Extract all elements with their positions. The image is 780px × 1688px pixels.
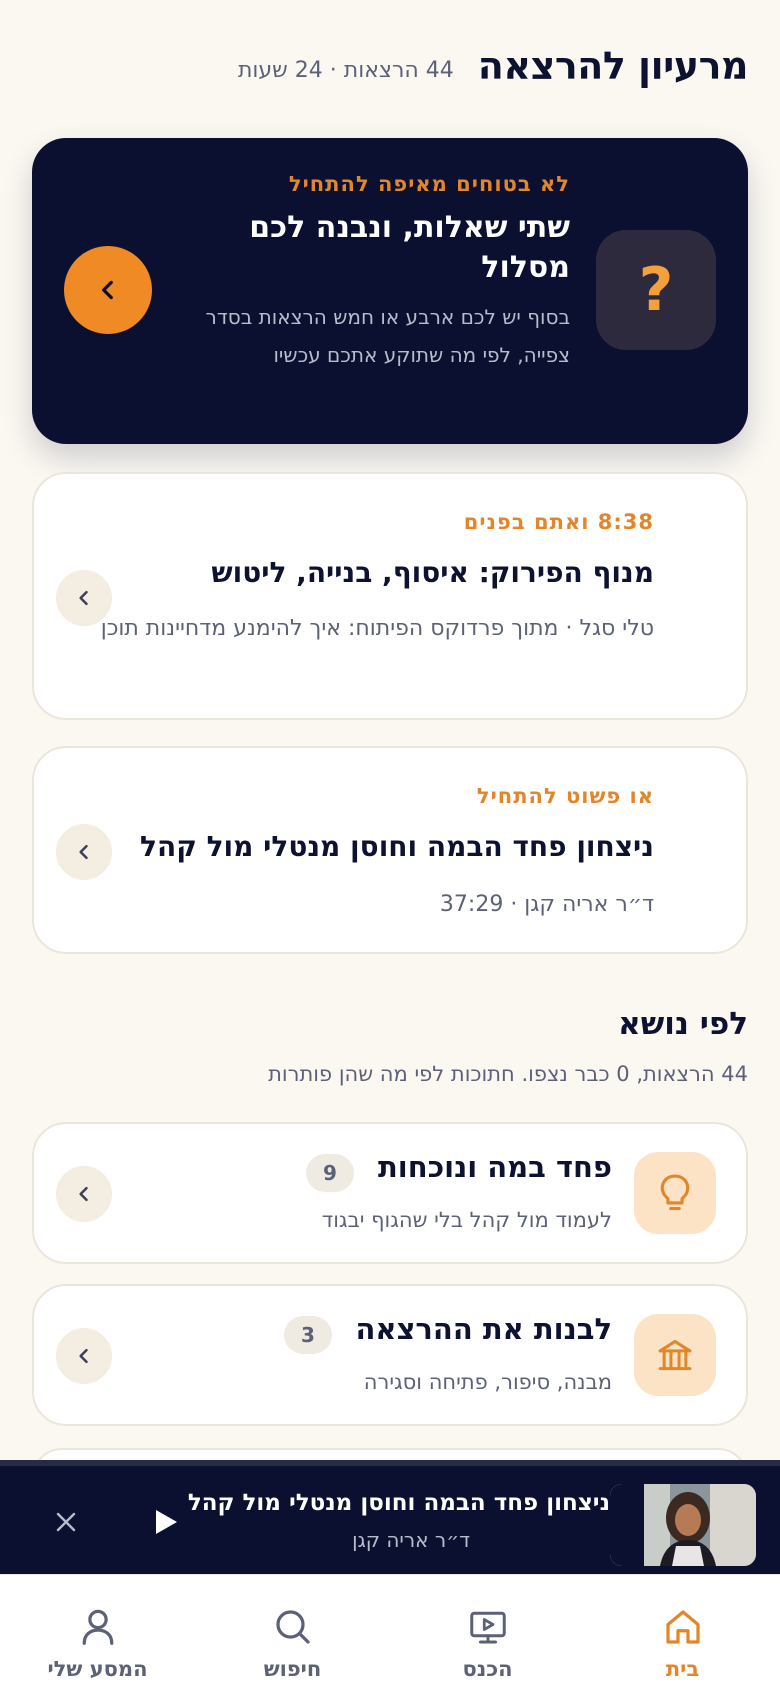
topic-open-button[interactable] — [56, 1166, 112, 1222]
hero-title: שתי שאלות, ונבנה לכם מסלול — [249, 210, 570, 285]
hero-eyebrow: לא בטוחים מאיפה להתחיל — [288, 172, 570, 196]
topic-card-build-lecture[interactable]: לבנות את ההרצאה 3 מבנה, סיפור, פתיחה וסג… — [32, 1284, 748, 1426]
continue-eyebrow: 8:38 ואתם בפנים — [463, 510, 654, 534]
chevron-left-icon — [79, 590, 88, 606]
chevron-left-icon — [79, 1186, 88, 1202]
continue-subtitle: טלי סגל · מתוך פרדוקס הפיתוח: איך להימנע… — [100, 616, 654, 641]
continue-title: מנוף הפירוק: איסוף, בנייה, ליטוש — [211, 556, 654, 589]
tab-label: המסע שלי — [47, 1657, 148, 1681]
tab-label: בית — [665, 1657, 700, 1681]
tab-label: הכנס — [462, 1657, 513, 1681]
video-thumbnail[interactable] — [610, 1484, 756, 1566]
question-mark-icon: ? — [596, 230, 716, 350]
hero-description: בסוף יש לכם ארבע או חמש הרצאות בסדר צפיי… — [205, 305, 570, 367]
topic-name: פחד במה ונוכחות — [378, 1150, 612, 1184]
start-open-button[interactable] — [56, 824, 112, 880]
start-eyebrow: או פשוט להתחיל — [476, 784, 654, 808]
course-meta: 44 הרצאות · 24 שעות — [237, 57, 454, 83]
home-icon — [665, 1610, 700, 1644]
topic-card-stage-fear[interactable]: פחד במה ונוכחות 9 לעמוד מול קהל בלי שהגו… — [32, 1122, 748, 1264]
close-player-button[interactable] — [46, 1502, 86, 1542]
topics-section-subtitle: 44 הרצאות, 0 כבר נצפו. חתוכות לפי מה שהן… — [268, 1062, 748, 1086]
topic-description: לעמוד מול קהל בלי שהגוף יבגוד — [321, 1208, 612, 1232]
topic-count-badge: 3 — [284, 1316, 332, 1354]
mini-player-speaker: ד״ר אריה קגן — [352, 1528, 470, 1552]
play-button[interactable] — [148, 1504, 184, 1540]
page-header: מרעיון להרצאה 44 הרצאות · 24 שעות — [32, 40, 749, 92]
tab-search[interactable]: חיפוש — [195, 1575, 390, 1688]
start-title: ניצחון פחד הבמה וחוסן מנטלי מול קהל — [140, 830, 654, 863]
chevron-left-icon — [79, 1348, 88, 1364]
mini-player[interactable]: ניצחון פחד הבמה וחוסן מנטלי מול קהל ד״ר … — [0, 1460, 780, 1574]
chevron-left-icon — [79, 844, 88, 860]
continue-open-button[interactable] — [56, 570, 112, 626]
topic-open-button[interactable] — [56, 1328, 112, 1384]
topics-section-title: לפי נושא — [618, 1006, 748, 1042]
topic-count-badge: 9 — [306, 1154, 354, 1192]
start-subtitle: ד״ר אריה קגן · 37:29 — [439, 892, 654, 917]
topic-description: מבנה, סיפור, פתיחה וסגירה — [363, 1370, 612, 1394]
bottom-tab-bar: בית הכנס חיפוש המסע שלי — [0, 1574, 780, 1688]
continue-watching-card[interactable]: 8:38 ואתם בפנים מנוף הפירוק: איסוף, בניי… — [32, 472, 748, 720]
screen-play-icon — [469, 1611, 506, 1644]
mini-player-title: ניצחון פחד הבמה וחוסן מנטלי מול קהל — [187, 1490, 610, 1516]
tab-home[interactable]: בית — [585, 1575, 780, 1688]
close-icon — [56, 1512, 76, 1532]
play-icon — [156, 1510, 177, 1534]
tab-label: חיפוש — [263, 1657, 322, 1681]
search-icon — [275, 1610, 310, 1644]
chevron-left-icon — [102, 280, 113, 300]
page-title: מרעיון להרצאה — [477, 44, 749, 88]
path-builder-card[interactable]: ? לא בטוחים מאיפה להתחיל שתי שאלות, ונבנ… — [32, 138, 748, 444]
hero-go-button[interactable] — [64, 246, 152, 334]
lightbulb-icon — [634, 1152, 716, 1234]
topic-name: לבנות את ההרצאה — [355, 1312, 612, 1346]
building-icon — [634, 1314, 716, 1396]
start-lecture-card[interactable]: או פשוט להתחיל ניצחון פחד הבמה וחוסן מנט… — [32, 746, 748, 954]
user-icon — [82, 1609, 113, 1645]
tab-conference[interactable]: הכנס — [390, 1575, 585, 1688]
tab-my-journey[interactable]: המסע שלי — [0, 1575, 195, 1688]
